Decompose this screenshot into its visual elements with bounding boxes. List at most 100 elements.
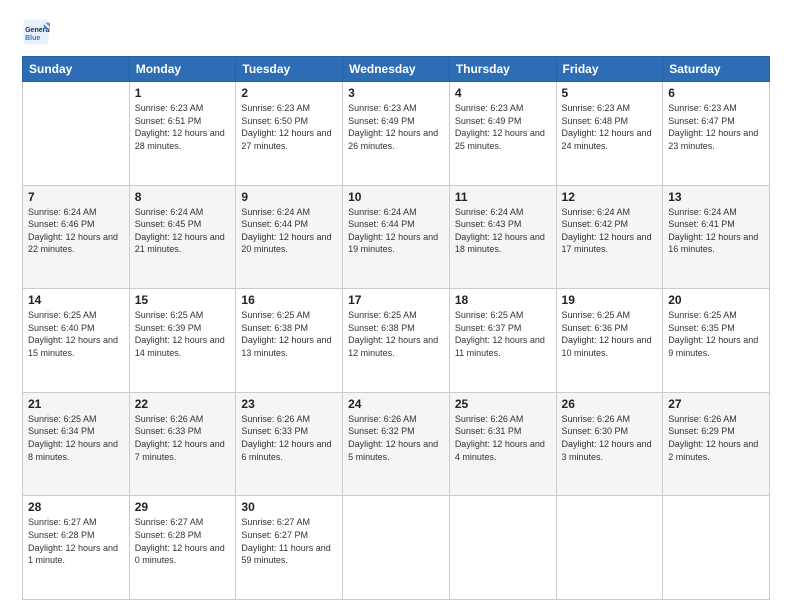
svg-text:Blue: Blue	[25, 35, 40, 42]
calendar-row: 28 Sunrise: 6:27 AMSunset: 6:28 PMDayligh…	[23, 496, 770, 600]
calendar-cell: 16 Sunrise: 6:25 AMSunset: 6:38 PMDayligh…	[236, 289, 343, 393]
day-number: 19	[562, 293, 658, 307]
cell-info: Sunrise: 6:24 AMSunset: 6:42 PMDaylight:…	[562, 206, 658, 256]
day-number: 14	[28, 293, 124, 307]
calendar-cell	[556, 496, 663, 600]
col-tuesday: Tuesday	[236, 57, 343, 82]
calendar-row: 1 Sunrise: 6:23 AMSunset: 6:51 PMDaylight…	[23, 82, 770, 186]
cell-info: Sunrise: 6:24 AMSunset: 6:43 PMDaylight:…	[455, 206, 551, 256]
calendar-cell: 4 Sunrise: 6:23 AMSunset: 6:49 PMDaylight…	[449, 82, 556, 186]
day-number: 22	[135, 397, 231, 411]
calendar-cell: 30 Sunrise: 6:27 AMSunset: 6:27 PMDayligh…	[236, 496, 343, 600]
day-number: 12	[562, 190, 658, 204]
day-number: 9	[241, 190, 337, 204]
cell-info: Sunrise: 6:25 AMSunset: 6:34 PMDaylight:…	[28, 413, 124, 463]
day-number: 25	[455, 397, 551, 411]
day-number: 5	[562, 86, 658, 100]
logo: General Blue	[22, 18, 54, 46]
calendar-cell	[343, 496, 450, 600]
day-number: 21	[28, 397, 124, 411]
day-number: 13	[668, 190, 764, 204]
col-saturday: Saturday	[663, 57, 770, 82]
day-number: 1	[135, 86, 231, 100]
cell-info: Sunrise: 6:27 AMSunset: 6:28 PMDaylight:…	[28, 516, 124, 566]
cell-info: Sunrise: 6:27 AMSunset: 6:28 PMDaylight:…	[135, 516, 231, 566]
day-number: 6	[668, 86, 764, 100]
calendar-cell: 10 Sunrise: 6:24 AMSunset: 6:44 PMDayligh…	[343, 185, 450, 289]
calendar-cell: 8 Sunrise: 6:24 AMSunset: 6:45 PMDaylight…	[129, 185, 236, 289]
cell-info: Sunrise: 6:25 AMSunset: 6:36 PMDaylight:…	[562, 309, 658, 359]
calendar-cell: 22 Sunrise: 6:26 AMSunset: 6:33 PMDayligh…	[129, 392, 236, 496]
cell-info: Sunrise: 6:24 AMSunset: 6:45 PMDaylight:…	[135, 206, 231, 256]
calendar-cell: 29 Sunrise: 6:27 AMSunset: 6:28 PMDayligh…	[129, 496, 236, 600]
day-number: 11	[455, 190, 551, 204]
calendar-cell: 26 Sunrise: 6:26 AMSunset: 6:30 PMDayligh…	[556, 392, 663, 496]
cell-info: Sunrise: 6:26 AMSunset: 6:33 PMDaylight:…	[135, 413, 231, 463]
calendar-cell: 3 Sunrise: 6:23 AMSunset: 6:49 PMDaylight…	[343, 82, 450, 186]
day-number: 26	[562, 397, 658, 411]
cell-info: Sunrise: 6:23 AMSunset: 6:51 PMDaylight:…	[135, 102, 231, 152]
cell-info: Sunrise: 6:23 AMSunset: 6:47 PMDaylight:…	[668, 102, 764, 152]
day-number: 2	[241, 86, 337, 100]
day-number: 24	[348, 397, 444, 411]
day-number: 18	[455, 293, 551, 307]
cell-info: Sunrise: 6:25 AMSunset: 6:35 PMDaylight:…	[668, 309, 764, 359]
cell-info: Sunrise: 6:23 AMSunset: 6:49 PMDaylight:…	[455, 102, 551, 152]
col-wednesday: Wednesday	[343, 57, 450, 82]
calendar-table: Sunday Monday Tuesday Wednesday Thursday…	[22, 56, 770, 600]
cell-info: Sunrise: 6:23 AMSunset: 6:48 PMDaylight:…	[562, 102, 658, 152]
calendar-cell: 28 Sunrise: 6:27 AMSunset: 6:28 PMDayligh…	[23, 496, 130, 600]
calendar-row: 21 Sunrise: 6:25 AMSunset: 6:34 PMDayligh…	[23, 392, 770, 496]
calendar-cell: 23 Sunrise: 6:26 AMSunset: 6:33 PMDayligh…	[236, 392, 343, 496]
calendar-cell: 6 Sunrise: 6:23 AMSunset: 6:47 PMDaylight…	[663, 82, 770, 186]
day-number: 10	[348, 190, 444, 204]
calendar-cell: 20 Sunrise: 6:25 AMSunset: 6:35 PMDayligh…	[663, 289, 770, 393]
cell-info: Sunrise: 6:26 AMSunset: 6:29 PMDaylight:…	[668, 413, 764, 463]
logo-icon: General Blue	[22, 18, 50, 46]
calendar-cell	[663, 496, 770, 600]
page-header: General Blue	[22, 18, 770, 46]
day-number: 4	[455, 86, 551, 100]
cell-info: Sunrise: 6:24 AMSunset: 6:44 PMDaylight:…	[348, 206, 444, 256]
cell-info: Sunrise: 6:26 AMSunset: 6:30 PMDaylight:…	[562, 413, 658, 463]
day-number: 7	[28, 190, 124, 204]
calendar-cell: 27Sunrise: 6:26 AMSunset: 6:29 PMDayligh…	[663, 392, 770, 496]
day-number: 16	[241, 293, 337, 307]
cell-info: Sunrise: 6:26 AMSunset: 6:32 PMDaylight:…	[348, 413, 444, 463]
calendar-cell: 24 Sunrise: 6:26 AMSunset: 6:32 PMDayligh…	[343, 392, 450, 496]
calendar-cell: 2 Sunrise: 6:23 AMSunset: 6:50 PMDaylight…	[236, 82, 343, 186]
calendar-cell: 12 Sunrise: 6:24 AMSunset: 6:42 PMDayligh…	[556, 185, 663, 289]
day-number: 30	[241, 500, 337, 514]
col-friday: Friday	[556, 57, 663, 82]
calendar-cell: 13Sunrise: 6:24 AMSunset: 6:41 PMDayligh…	[663, 185, 770, 289]
calendar-cell: 19 Sunrise: 6:25 AMSunset: 6:36 PMDayligh…	[556, 289, 663, 393]
cell-info: Sunrise: 6:26 AMSunset: 6:33 PMDaylight:…	[241, 413, 337, 463]
calendar-cell: 25Sunrise: 6:26 AMSunset: 6:31 PMDayligh…	[449, 392, 556, 496]
col-thursday: Thursday	[449, 57, 556, 82]
cell-info: Sunrise: 6:23 AMSunset: 6:49 PMDaylight:…	[348, 102, 444, 152]
day-number: 8	[135, 190, 231, 204]
day-number: 28	[28, 500, 124, 514]
col-monday: Monday	[129, 57, 236, 82]
col-sunday: Sunday	[23, 57, 130, 82]
cell-info: Sunrise: 6:24 AMSunset: 6:46 PMDaylight:…	[28, 206, 124, 256]
cell-info: Sunrise: 6:25 AMSunset: 6:40 PMDaylight:…	[28, 309, 124, 359]
calendar-cell: 11 Sunrise: 6:24 AMSunset: 6:43 PMDayligh…	[449, 185, 556, 289]
cell-info: Sunrise: 6:27 AMSunset: 6:27 PMDaylight:…	[241, 516, 337, 566]
day-number: 20	[668, 293, 764, 307]
calendar-cell: 21 Sunrise: 6:25 AMSunset: 6:34 PMDayligh…	[23, 392, 130, 496]
calendar-header-row: Sunday Monday Tuesday Wednesday Thursday…	[23, 57, 770, 82]
calendar-cell	[23, 82, 130, 186]
calendar-cell: 14 Sunrise: 6:25 AMSunset: 6:40 PMDayligh…	[23, 289, 130, 393]
calendar-cell: 15Sunrise: 6:25 AMSunset: 6:39 PMDayligh…	[129, 289, 236, 393]
cell-info: Sunrise: 6:23 AMSunset: 6:50 PMDaylight:…	[241, 102, 337, 152]
cell-info: Sunrise: 6:25 AMSunset: 6:39 PMDaylight:…	[135, 309, 231, 359]
day-number: 3	[348, 86, 444, 100]
cell-info: Sunrise: 6:25 AMSunset: 6:37 PMDaylight:…	[455, 309, 551, 359]
calendar-cell: 7 Sunrise: 6:24 AMSunset: 6:46 PMDaylight…	[23, 185, 130, 289]
cell-info: Sunrise: 6:25 AMSunset: 6:38 PMDaylight:…	[241, 309, 337, 359]
calendar-cell: 18 Sunrise: 6:25 AMSunset: 6:37 PMDayligh…	[449, 289, 556, 393]
calendar-cell	[449, 496, 556, 600]
day-number: 29	[135, 500, 231, 514]
day-number: 23	[241, 397, 337, 411]
